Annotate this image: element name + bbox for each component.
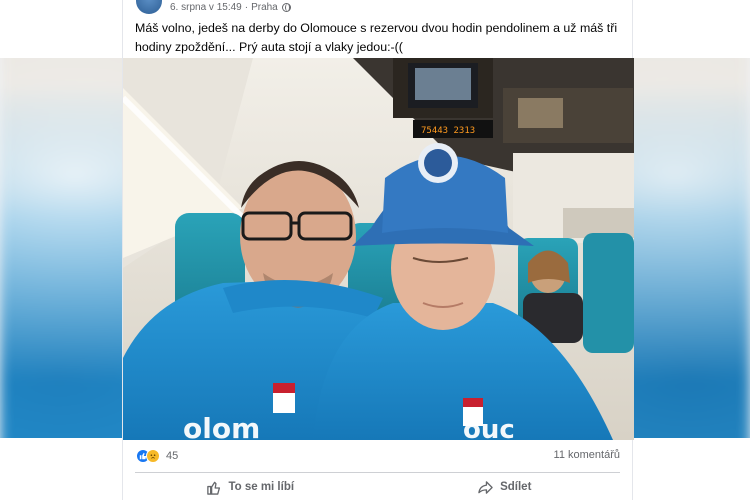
like-label: To se mi líbí <box>228 481 295 493</box>
post-date[interactable]: 6. srpna v 15:49 <box>170 2 242 13</box>
svg-text:olom: olom <box>183 412 260 440</box>
share-button[interactable]: Sdílet <box>378 476 633 498</box>
comments-count[interactable]: 11 komentářů <box>554 449 620 461</box>
post-meta: 6. srpna v 15:49 · Praha <box>123 0 632 14</box>
thumbs-up-icon <box>206 480 221 495</box>
author-avatar[interactable] <box>136 0 162 14</box>
post-text: Máš volno, jedeš na derby do Olomouce s … <box>135 21 618 54</box>
globe-icon <box>281 2 291 12</box>
share-arrow-icon <box>478 480 493 495</box>
post-actions: To se mi líbí Sdílet <box>123 476 632 498</box>
train-display-text: 75443 2313 <box>421 126 475 136</box>
sad-reaction-icon <box>146 449 160 463</box>
post-location[interactable]: Praha <box>251 2 278 13</box>
reaction-stats: 45 11 komentářů <box>123 446 632 468</box>
post-photo[interactable]: 75443 2313 olom ouc <box>123 58 634 440</box>
meta-separator: · <box>244 1 249 13</box>
share-label: Sdílet <box>500 481 532 493</box>
actions-divider <box>135 472 620 473</box>
train-selfie-illustration: 75443 2313 olom ouc <box>123 58 634 440</box>
like-button[interactable]: To se mi líbí <box>123 476 378 498</box>
reaction-count: 45 <box>166 450 179 462</box>
facebook-post-card: 6. srpna v 15:49 · Praha Máš volno, jede… <box>122 0 634 500</box>
reactions-summary[interactable]: 45 <box>136 449 178 463</box>
